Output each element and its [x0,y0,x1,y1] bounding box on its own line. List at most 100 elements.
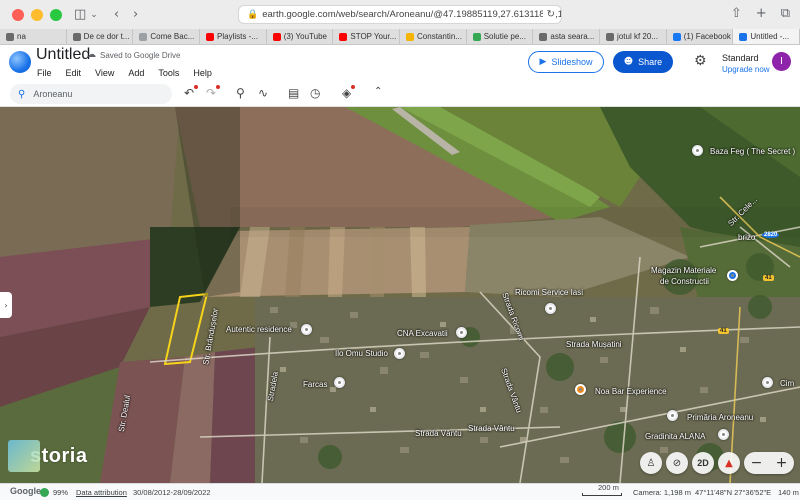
tab-label: STOP Your... [350,32,397,41]
slideshow-button[interactable]: ▶ Slideshow [528,51,604,73]
loading-indicator-icon [40,488,49,497]
minimize-window-button[interactable] [31,8,43,21]
menu-file[interactable]: File [37,68,52,78]
tab-favicon-icon [739,32,748,41]
browser-tab[interactable]: (3) YouTube [267,29,334,44]
browser-tab[interactable]: Solutie pe... [467,29,534,44]
menu-tools[interactable]: Tools [158,68,179,78]
sidebar-menu-chevron-icon[interactable]: ⌄ [90,10,98,20]
place-label-ricomi[interactable]: Ricomi Service Iasi [515,288,583,297]
view-mode-toggle[interactable]: 2D [692,452,714,474]
tab-overview-icon[interactable]: ⧉ [781,6,790,21]
imagery-dates: 30/08/2012-28/09/2022 [133,488,211,497]
earth-header: Untitled ☁ Saved to Google Drive File Ed… [0,45,800,82]
data-attribution-link[interactable]: Data attribution [76,488,127,497]
status-bar: Google 99% Data attribution 30/08/2012-2… [0,483,800,500]
sidebar-toggle-icon[interactable]: ◫ [74,7,86,22]
google-earth-logo[interactable] [9,51,31,73]
scale-bar [582,493,622,496]
browser-tab[interactable]: Come Bac... [133,29,201,44]
browser-tab[interactable]: (1) Facebook [667,29,734,44]
zoom-out-icon[interactable]: − [751,455,763,471]
location-off-icon[interactable]: ⊘ [666,452,688,474]
back-icon[interactable]: ‹ [114,7,119,22]
pegman-icon[interactable]: ♙ [640,452,662,474]
browser-tab[interactable]: Playlists -... [200,29,267,44]
share-label: Share [638,57,663,67]
close-window-button[interactable] [12,8,24,21]
browser-tab[interactable]: Untitled -... [733,29,800,44]
maximize-window-button[interactable] [50,8,62,21]
zoom-in-icon[interactable]: + [776,455,788,471]
collapse-toolbar-icon[interactable]: ⌃ [374,86,382,97]
place-label-gradinita[interactable]: Gradinita ALANA [645,432,705,441]
place-label-cna[interactable]: CNA Excavatii [397,329,448,338]
forward-icon[interactable]: › [133,7,138,22]
browser-tab[interactable]: jotul kf 20... [600,29,667,44]
tab-label: jotul kf 20... [617,32,658,41]
place-pin[interactable] [301,324,312,335]
gear-icon[interactable]: ⚙ [694,53,707,69]
tab-label: Untitled -... [750,32,790,41]
share-button[interactable]: ☻ Share [613,51,673,73]
place-pin[interactable] [334,377,345,388]
measure-icon[interactable]: ▤ [288,86,299,100]
place-pin[interactable] [456,327,467,338]
upgrade-link[interactable]: Upgrade now [722,64,770,75]
address-bar[interactable]: 🔒 earth.google.com/web/search/Aroneanu/@… [238,5,562,24]
undo-icon[interactable]: ↶ [184,85,199,100]
search-icon: ⚲ [18,88,26,100]
share-page-icon[interactable]: ⇧ [731,6,742,21]
new-tab-icon[interactable]: + [756,6,767,21]
slideshow-icon: ▶ [539,57,547,67]
expand-panel-button[interactable]: › [0,292,12,318]
tab-favicon-icon [72,32,81,41]
tab-favicon-icon [406,32,415,41]
compass-icon[interactable]: ▲ [718,452,740,474]
draw-path-icon[interactable]: ∿ [258,86,268,100]
place-label-cim[interactable]: Cim [780,379,794,388]
tab-favicon-icon [472,32,481,41]
place-label-magazin-2[interactable]: de Constructii [660,277,709,286]
reload-icon[interactable]: ↻ [542,9,555,20]
search-box[interactable]: ⚲ [10,84,172,104]
search-input[interactable] [33,89,154,99]
add-placemark-icon[interactable]: ⚲ [236,86,245,100]
project-title[interactable]: Untitled [36,46,90,64]
place-pin[interactable] [762,377,773,388]
menu-add[interactable]: Add [128,68,144,78]
place-label-ilo-omu[interactable]: Ilo Omu Studio [335,349,388,358]
shop-pin[interactable] [727,270,738,281]
place-label-magazin-1[interactable]: Magazin Materiale [651,266,716,275]
place-label-baza[interactable]: Baza Feg ( The Secret ) [710,147,795,156]
browser-tab[interactable]: asta seara... [533,29,601,44]
place-pin[interactable] [545,303,556,314]
road-label-vantu-2: Strada Vântu [415,429,462,438]
place-label-primaria[interactable]: Primăria Aroneanu [687,413,753,422]
satellite-map[interactable]: Baza Feg ( The Secret ) Str. Cele... bri… [0,107,800,483]
historical-imagery-icon[interactable]: ◷ [310,86,320,100]
map-layers-icon[interactable]: ◈ [342,85,356,100]
place-label-brizo[interactable]: brizo [738,233,755,242]
place-label-farcas[interactable]: Farcas [303,380,327,389]
redo-icon[interactable]: ↷ [206,85,221,100]
place-pin[interactable] [394,348,405,359]
place-label-noa[interactable]: Noa Bar Experience [595,387,667,396]
browser-tab[interactable]: De ce dor t... [67,29,134,44]
browser-tab[interactable]: Constantin... [400,29,467,44]
account-avatar[interactable]: I [772,52,791,71]
menu-view[interactable]: View [95,68,114,78]
menu-edit[interactable]: Edit [66,68,82,78]
menu-help[interactable]: Help [193,68,212,78]
road-label-vantu-3: Strada Vântu [468,424,515,433]
bar-pin[interactable] [575,384,586,395]
place-label-autentic[interactable]: Autentic residence [226,325,292,334]
tab-favicon-icon [206,32,215,41]
browser-tab[interactable]: STOP Your... [333,29,401,44]
place-pin[interactable] [692,145,703,156]
place-pin[interactable] [667,410,678,421]
place-pin[interactable] [718,429,729,440]
route-badge-41: 41 [763,275,774,281]
coordinates: 47°11'48"N 27°36'52"E [695,488,772,497]
browser-tab[interactable]: na [0,29,67,44]
